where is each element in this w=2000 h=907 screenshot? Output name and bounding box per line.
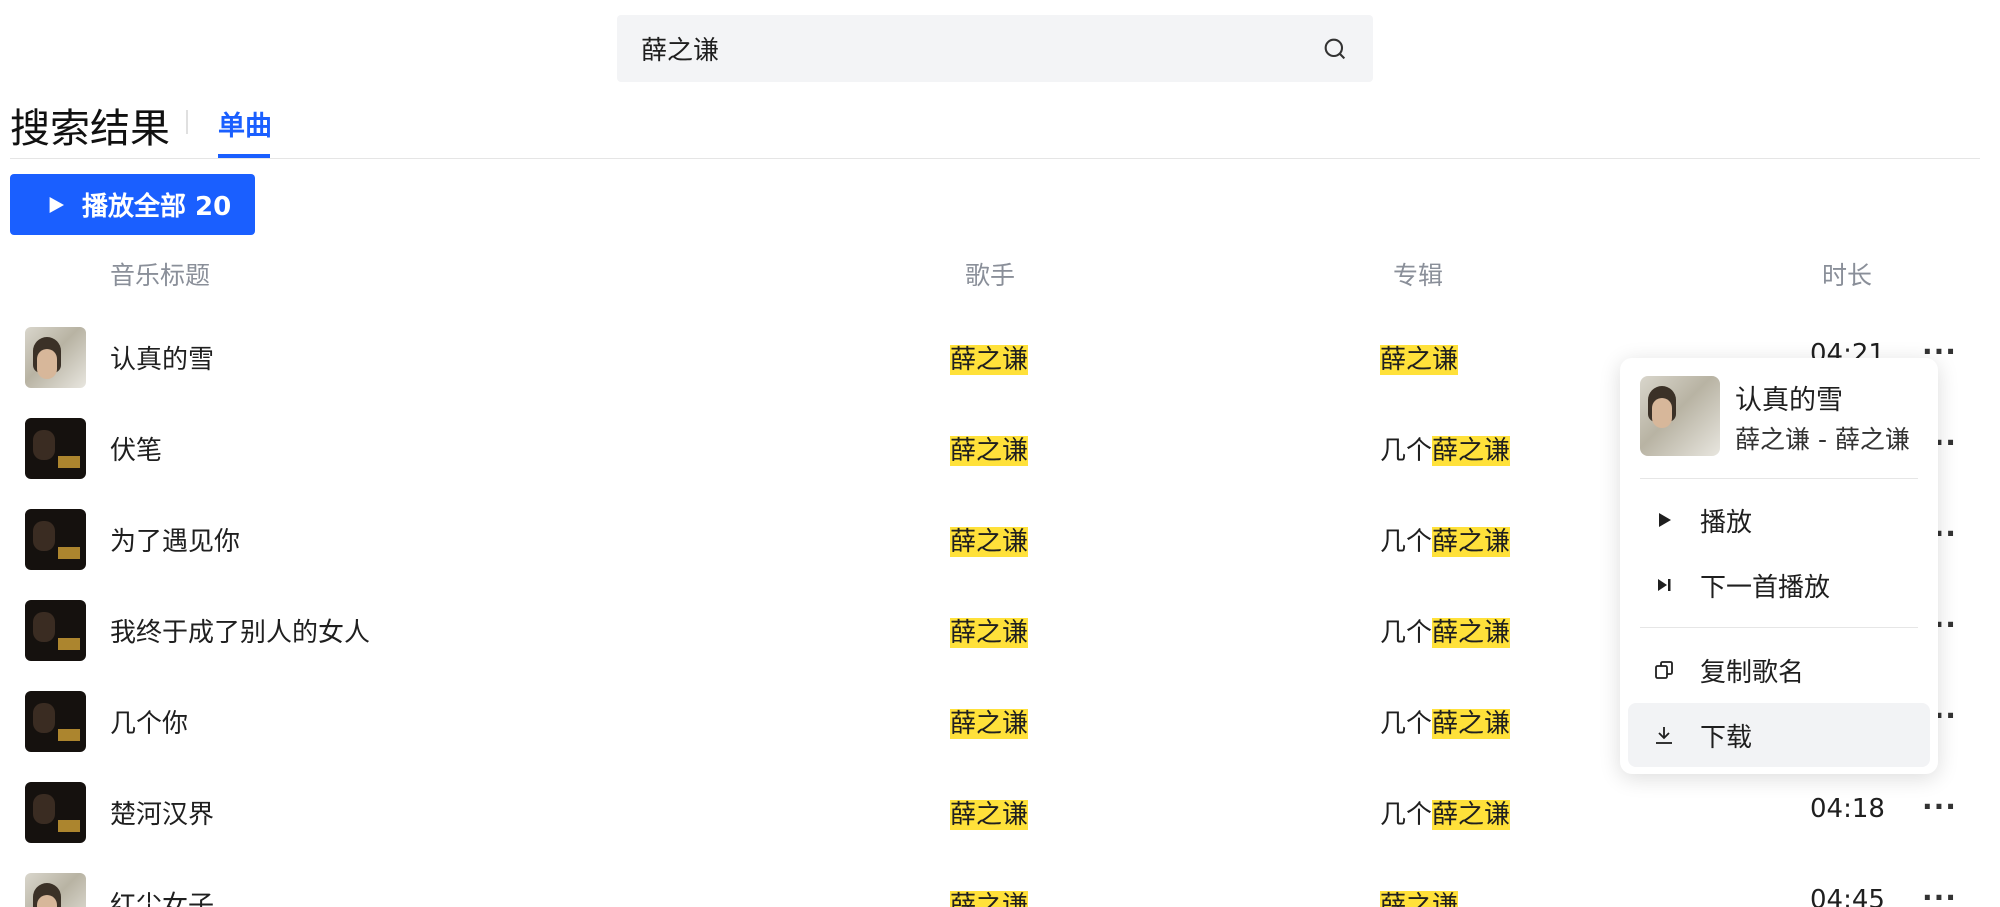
song-title[interactable]: 认真的雪	[110, 339, 214, 376]
album-cover	[25, 418, 86, 479]
song-album[interactable]: 几个薛之谦	[1380, 794, 1511, 831]
play-all-label: 播放全部 20	[82, 192, 232, 222]
song-artist[interactable]: 薛之谦	[950, 339, 1029, 376]
artist-highlight: 薛之谦	[950, 618, 1029, 648]
song-album[interactable]: 几个薛之谦	[1380, 703, 1511, 740]
album-cover	[25, 327, 86, 388]
song-duration: 04:18	[1810, 794, 1885, 824]
page-title: 搜索结果	[10, 106, 170, 152]
menu-album-cover	[1640, 376, 1720, 456]
menu-divider	[1640, 478, 1918, 479]
song-album[interactable]: 几个薛之谦	[1380, 521, 1511, 558]
album-highlight: 薛之谦	[1432, 436, 1511, 466]
song-title[interactable]: 红尘女子	[110, 885, 214, 907]
song-artist[interactable]: 薛之谦	[950, 794, 1029, 831]
album-cover	[25, 873, 86, 907]
album-cover	[25, 600, 86, 661]
album-highlight: 薛之谦	[1432, 709, 1511, 739]
song-title[interactable]: 为了遇见你	[110, 521, 240, 558]
column-header-duration: 时长	[1822, 261, 1873, 290]
header-divider	[10, 158, 1980, 159]
song-album[interactable]: 几个薛之谦	[1380, 430, 1511, 467]
next-track-icon	[1658, 579, 1671, 591]
more-options-icon[interactable]: ···	[1922, 790, 1957, 823]
menu-song-title: 认真的雪	[1735, 385, 1843, 416]
table-row[interactable]: 楚河汉界 薛之谦 几个薛之谦 04:18 ···	[0, 767, 2000, 858]
album-prefix: 几个	[1380, 527, 1433, 557]
album-cover	[25, 509, 86, 570]
menu-item-label: 下载	[1700, 722, 1753, 753]
column-header-title: 音乐标题	[110, 261, 211, 290]
tab-songs[interactable]: 单曲	[218, 104, 272, 143]
album-cover	[25, 782, 86, 843]
menu-item-label: 播放	[1700, 507, 1753, 538]
artist-highlight: 薛之谦	[950, 527, 1029, 557]
column-header-artist: 歌手	[965, 261, 1016, 290]
play-all-button[interactable]: 播放全部 20	[10, 174, 255, 235]
song-artist[interactable]: 薛之谦	[950, 521, 1029, 558]
song-title[interactable]: 楚河汉界	[110, 794, 214, 831]
music-search-page: 搜索结果 单曲 播放全部 20 音乐标题 歌手 专辑 时长 认真的雪 薛之谦 薛…	[0, 0, 2000, 907]
album-highlight: 薛之谦	[1380, 891, 1459, 907]
song-title[interactable]: 伏笔	[110, 430, 162, 467]
album-prefix: 几个	[1380, 436, 1433, 466]
artist-highlight: 薛之谦	[950, 709, 1029, 739]
column-header-album: 专辑	[1393, 261, 1444, 290]
album-prefix: 几个	[1380, 618, 1433, 648]
menu-item-label: 下一首播放	[1700, 572, 1831, 603]
album-prefix: 几个	[1380, 800, 1433, 830]
menu-item-play[interactable]: 播放	[1628, 488, 1930, 552]
more-options-icon[interactable]: ···	[1922, 881, 1957, 907]
song-album[interactable]: 薛之谦	[1380, 339, 1459, 376]
download-icon	[1656, 727, 1672, 744]
album-cover	[25, 691, 86, 752]
play-icon	[49, 196, 64, 213]
menu-item-copy-title[interactable]: 复制歌名	[1628, 638, 1930, 702]
song-artist[interactable]: 薛之谦	[950, 612, 1029, 649]
album-highlight: 薛之谦	[1432, 527, 1511, 557]
artist-highlight: 薛之谦	[950, 800, 1029, 830]
song-artist[interactable]: 薛之谦	[950, 703, 1029, 740]
album-highlight: 薛之谦	[1380, 345, 1459, 375]
song-artist[interactable]: 薛之谦	[950, 885, 1029, 907]
artist-highlight: 薛之谦	[950, 345, 1029, 375]
song-album[interactable]: 几个薛之谦	[1380, 612, 1511, 649]
search-icon[interactable]	[1321, 35, 1349, 63]
song-album[interactable]: 薛之谦	[1380, 885, 1459, 907]
song-duration: 04:45	[1810, 885, 1885, 907]
artist-highlight: 薛之谦	[950, 436, 1029, 466]
search-input[interactable]	[641, 33, 1321, 64]
album-highlight: 薛之谦	[1432, 618, 1511, 648]
album-prefix: 几个	[1380, 709, 1433, 739]
menu-item-download[interactable]: 下载	[1628, 703, 1930, 767]
menu-song-subtitle: 薛之谦 - 薛之谦	[1735, 425, 1910, 454]
context-menu: 认真的雪 薛之谦 - 薛之谦 播放 下一首播放 复制歌名 下载	[1620, 358, 1938, 774]
menu-divider	[1640, 627, 1918, 628]
menu-item-label: 复制歌名	[1700, 657, 1805, 688]
copy-icon	[1655, 661, 1673, 679]
table-row[interactable]: 红尘女子 薛之谦 薛之谦 04:45 ···	[0, 858, 2000, 907]
play-icon	[1659, 513, 1671, 527]
menu-item-play-next[interactable]: 下一首播放	[1628, 553, 1930, 617]
title-divider	[186, 110, 188, 134]
song-title[interactable]: 几个你	[110, 703, 188, 740]
song-title[interactable]: 我终于成了别人的女人	[110, 612, 370, 649]
artist-highlight: 薛之谦	[950, 891, 1029, 907]
song-artist[interactable]: 薛之谦	[950, 430, 1029, 467]
search-bar[interactable]	[617, 15, 1373, 82]
album-highlight: 薛之谦	[1432, 800, 1511, 830]
